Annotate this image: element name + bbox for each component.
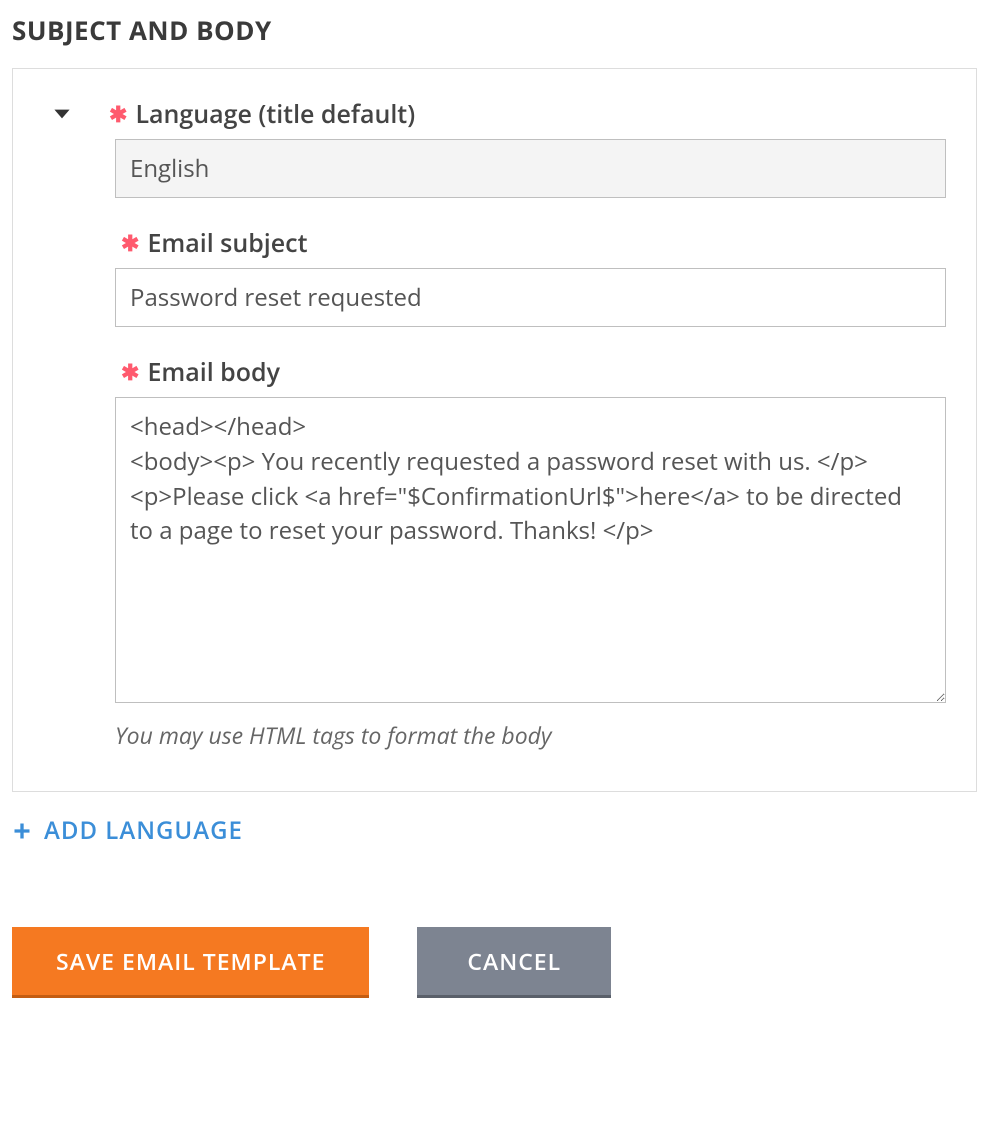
add-language-button[interactable]: ADD LANGUAGE: [12, 814, 243, 847]
required-asterisk-icon: ✱: [121, 361, 139, 383]
body-textarea[interactable]: [115, 397, 946, 703]
subject-input[interactable]: [115, 268, 946, 327]
save-button[interactable]: SAVE EMAIL TEMPLATE: [12, 927, 369, 998]
chevron-down-icon[interactable]: [43, 101, 103, 127]
language-input[interactable]: [115, 139, 946, 198]
add-language-label: ADD LANGUAGE: [44, 814, 243, 847]
language-label: Language (title default): [135, 97, 415, 131]
language-field-block: ✱ Language (title default): [43, 97, 946, 198]
required-asterisk-icon: ✱: [109, 103, 127, 125]
body-hint: You may use HTML tags to format the body: [115, 719, 552, 751]
plus-icon: [12, 821, 32, 841]
body-field-block: ✱ Email body You may use HTML tags to fo…: [43, 355, 946, 751]
body-label: Email body: [147, 355, 280, 389]
cancel-button[interactable]: CANCEL: [417, 927, 611, 998]
required-asterisk-icon: ✱: [121, 232, 139, 254]
subject-label: Email subject: [147, 226, 307, 260]
subject-body-panel: ✱ Language (title default) ✱ Email subje…: [12, 68, 977, 792]
section-title: SUBJECT AND BODY: [12, 12, 977, 48]
subject-field-block: ✱ Email subject: [43, 226, 946, 327]
